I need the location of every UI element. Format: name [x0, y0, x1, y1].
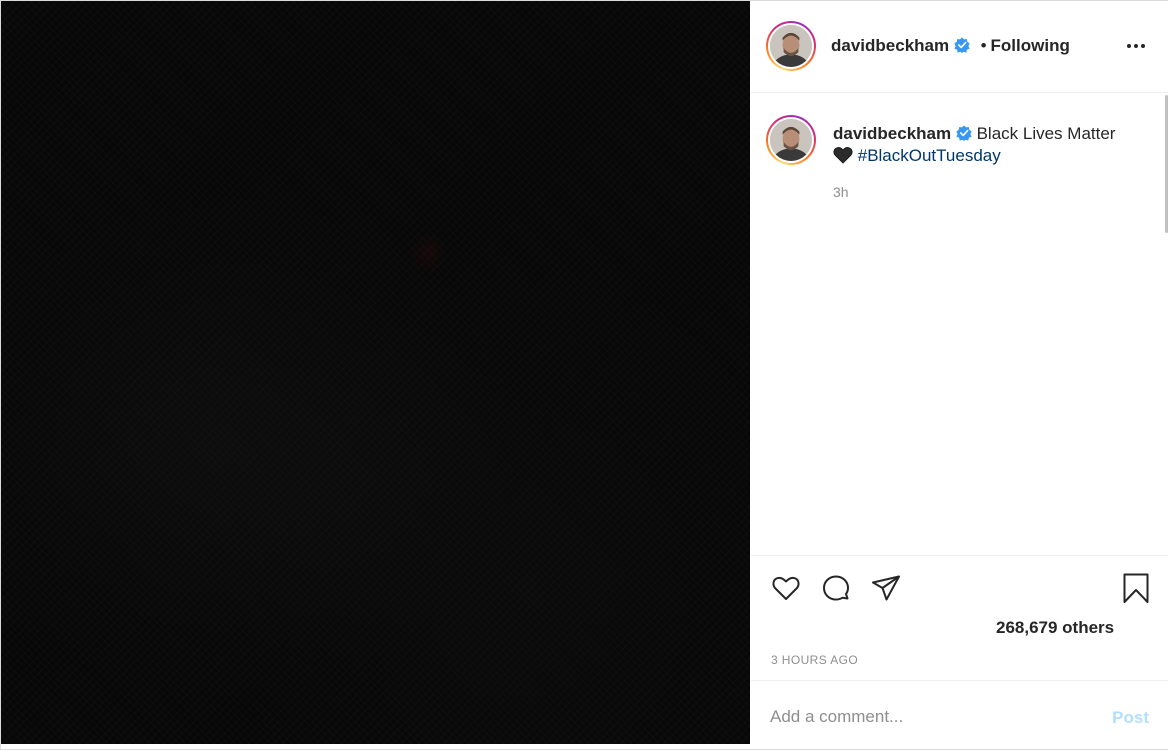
comment-icon[interactable] [820, 572, 852, 604]
caption-avatar[interactable] [766, 115, 816, 165]
username-link[interactable]: davidbeckham [831, 36, 949, 55]
share-icon[interactable] [870, 572, 902, 604]
bookmark-icon[interactable] [1120, 572, 1152, 604]
profile-photo [770, 119, 812, 161]
post-actions: 268,679 others 3 HOURS AGO [751, 555, 1168, 680]
verified-badge-icon [956, 125, 972, 141]
comment-form: Post [751, 680, 1168, 749]
avatar[interactable] [766, 21, 816, 71]
caption-time: 3h [833, 184, 849, 200]
profile-photo [770, 25, 812, 67]
separator-dot: • [980, 36, 987, 55]
caption-text: davidbeckham Black Lives Matter #BlackOu… [833, 123, 1148, 167]
post-image[interactable] [1, 1, 750, 744]
heart-icon[interactable] [770, 572, 802, 604]
post-header: davidbeckham • Following [751, 1, 1168, 93]
caption-body: Black Lives Matter [976, 124, 1116, 143]
post-comment-button[interactable]: Post [1112, 708, 1149, 728]
following-button[interactable]: Following [991, 36, 1070, 55]
more-options-icon[interactable] [1124, 34, 1148, 58]
comment-input[interactable] [770, 701, 1090, 733]
black-square-image [1, 1, 750, 744]
caption-username-link[interactable]: davidbeckham [833, 124, 951, 143]
instagram-post-modal: davidbeckham • Following davidbeckham Bl… [0, 0, 1168, 750]
post-timestamp: 3 HOURS AGO [771, 653, 859, 667]
black-heart-emoji-icon [833, 147, 853, 164]
header-user-line: davidbeckham • Following [831, 36, 1070, 56]
verified-badge-icon [954, 37, 970, 53]
post-sidebar: davidbeckham • Following davidbeckham Bl… [751, 1, 1168, 749]
likes-count[interactable]: 268,679 others [996, 618, 1114, 638]
hashtag-link[interactable]: #BlackOutTuesday [858, 146, 1001, 165]
